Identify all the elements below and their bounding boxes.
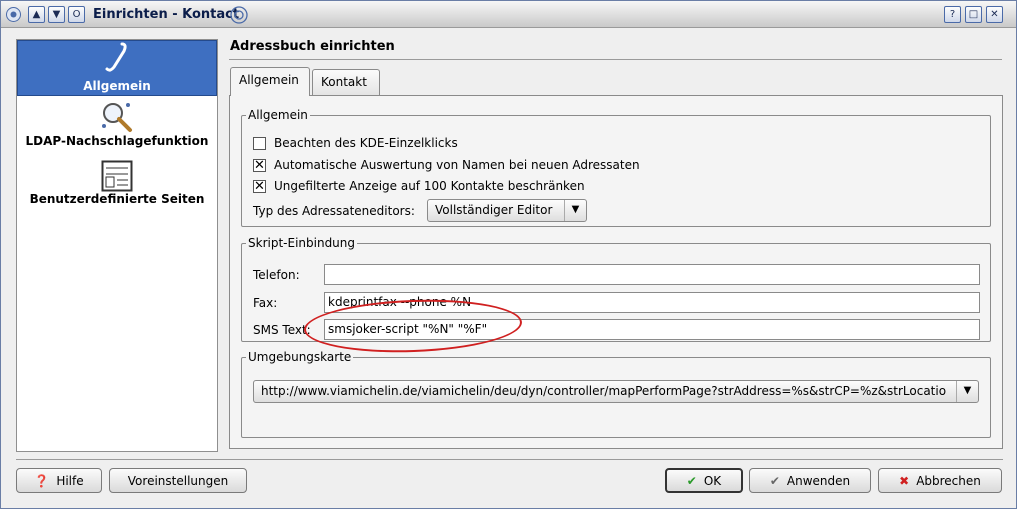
checkbox-box[interactable]: ✕ [253, 179, 266, 193]
tab-label: Allgemein [239, 73, 299, 87]
sticky-icon[interactable]: O [68, 6, 85, 23]
help-button[interactable]: ❓ Hilfe [16, 468, 102, 493]
maximize-icon[interactable]: □ [965, 6, 982, 23]
sidebar-item-label: LDAP-Nachschlagefunktion [25, 134, 209, 148]
sidebar-item-label: Allgemein [83, 79, 151, 93]
kontact-app-icon[interactable] [5, 6, 22, 23]
form-layout-icon [101, 160, 133, 192]
sidebar-item-allgemein[interactable]: Allgemein [17, 40, 217, 96]
chevron-down-icon[interactable]: ▼ [956, 381, 978, 402]
general-group: Allgemein Beachten des KDE-Einzelklicks … [241, 108, 991, 227]
close-icon[interactable]: ✕ [986, 6, 1003, 23]
checkbox-label: Beachten des KDE-Einzelklicks [274, 136, 458, 150]
editor-type-select[interactable]: Vollständiger Editor ▼ [427, 199, 587, 222]
tab-panel: Allgemein Beachten des KDE-Einzelklicks … [229, 95, 1003, 449]
map-group: Umgebungskarte http://www.viamichelin.de… [241, 350, 991, 438]
select-value: http://www.viamichelin.de/viamichelin/de… [261, 384, 947, 398]
sms-input[interactable]: smsjoker-script "%N" "%F" [324, 319, 980, 340]
limit-contacts-checkbox[interactable]: ✕ Ungefilterte Anzeige auf 100 Kontakte … [253, 179, 585, 193]
checkbox-box[interactable] [253, 136, 266, 150]
button-label: OK [703, 473, 722, 488]
tab-label: Kontakt [321, 75, 367, 89]
spiral-decoration-icon [229, 5, 249, 28]
sidebar: Allgemein LDAP-Nachschlagefunktion Benut… [16, 39, 218, 452]
group-title: Skript-Einbindung [248, 236, 356, 250]
phone-input[interactable] [324, 264, 980, 285]
tab-allgemein[interactable]: Allgemein [230, 67, 310, 96]
title-bar: ▲ ▼ O Einrichten - Kontact ? □ ✕ [1, 1, 1016, 28]
window-title: Einrichten - Kontact [93, 7, 240, 22]
sidebar-item-ldap[interactable]: LDAP-Nachschlagefunktion [17, 100, 217, 156]
auto-parse-names-checkbox[interactable]: ✕ Automatische Auswertung von Namen bei … [253, 158, 640, 172]
fax-input[interactable]: kdeprintfax --phone %N [324, 292, 980, 313]
phone-label: Telefon: [253, 268, 300, 282]
ok-button[interactable]: ✔ OK [665, 468, 743, 493]
checkbox-label: Ungefilterte Anzeige auf 100 Kontakte be… [274, 179, 585, 193]
tab-kontakt[interactable]: Kontakt [312, 69, 380, 96]
shade-up-icon[interactable]: ▲ [28, 6, 45, 23]
button-label: Anwenden [786, 473, 851, 488]
editor-type-label: Typ des Adressateneditors: [253, 204, 415, 218]
settings-dialog: ▲ ▼ O Einrichten - Kontact ? □ ✕ Allgeme… [0, 0, 1017, 509]
help-icon[interactable]: ? [944, 6, 961, 23]
group-title: Umgebungskarte [248, 350, 352, 364]
checkbox-box[interactable]: ✕ [253, 158, 266, 172]
sidebar-item-label: Benutzerdefinierte Seiten [29, 192, 205, 206]
map-url-select[interactable]: http://www.viamichelin.de/viamichelin/de… [253, 380, 979, 403]
sms-label: SMS Text: [253, 323, 311, 337]
checkbox-label: Automatische Auswertung von Namen bei ne… [274, 158, 640, 172]
apply-check-icon: ✔ [769, 473, 780, 488]
header-divider [229, 59, 1002, 60]
fax-label: Fax: [253, 296, 278, 310]
script-group: Skript-Einbindung Telefon: Fax: kdeprint… [241, 236, 991, 342]
help-circle-icon: ❓ [34, 473, 50, 488]
cancel-x-icon: ✖ [899, 473, 910, 488]
button-label: Voreinstellungen [127, 473, 229, 488]
magnifier-icon [102, 103, 132, 132]
cancel-button[interactable]: ✖ Abbrechen [878, 468, 1002, 493]
group-title: Allgemein [248, 108, 308, 122]
footer-divider [16, 459, 1003, 460]
sidebar-item-custom-pages[interactable]: Benutzerdefinierte Seiten [17, 160, 217, 216]
checkmark-icon: ✔ [686, 473, 697, 488]
defaults-button[interactable]: Voreinstellungen [109, 468, 247, 493]
shade-down-icon[interactable]: ▼ [48, 6, 65, 23]
page-title: Adressbuch einrichten [230, 39, 395, 54]
select-value: Vollständiger Editor [435, 203, 553, 217]
chevron-down-icon[interactable]: ▼ [564, 200, 586, 221]
phone-handset-icon [105, 42, 127, 72]
button-label: Hilfe [56, 473, 84, 488]
kde-single-click-checkbox[interactable]: Beachten des KDE-Einzelklicks [253, 136, 458, 150]
button-label: Abbrechen [916, 473, 981, 488]
apply-button[interactable]: ✔ Anwenden [749, 468, 871, 493]
